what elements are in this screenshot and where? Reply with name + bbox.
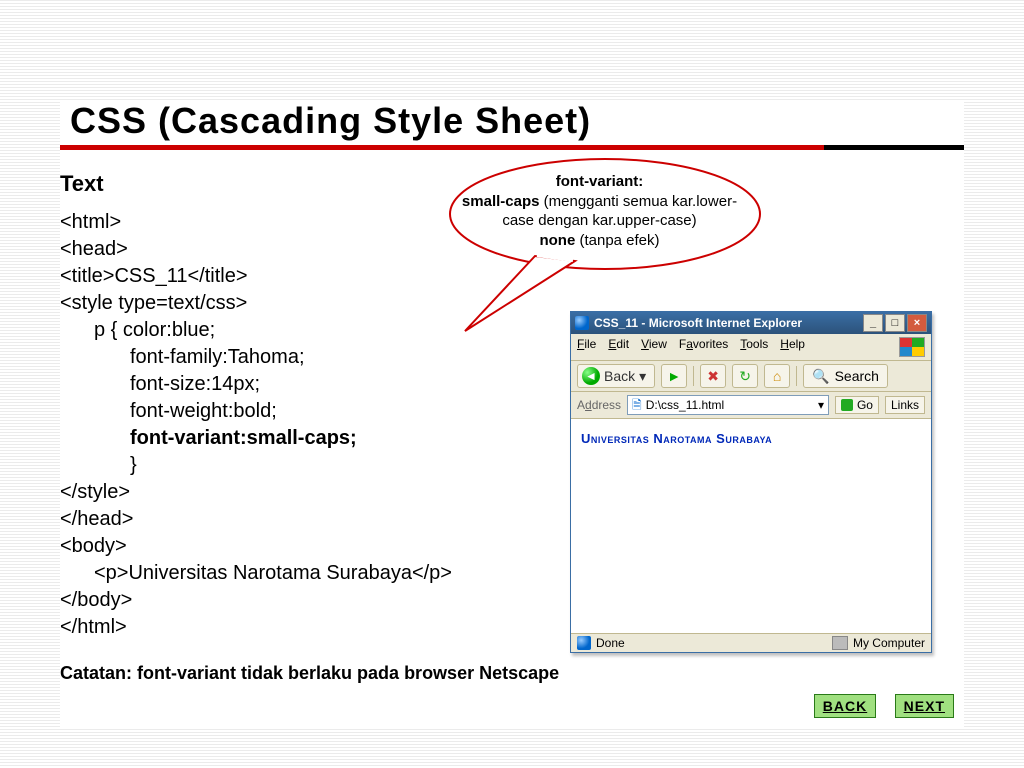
go-button[interactable]: Go — [835, 396, 879, 414]
menu-tools[interactable]: Tools — [740, 337, 768, 357]
code-line-emphasis: font-variant:small-caps; — [60, 425, 357, 452]
code-line: p { color:blue; — [60, 317, 215, 344]
refresh-button[interactable]: ↻ — [732, 364, 758, 388]
menu-view[interactable]: View — [641, 337, 667, 357]
page-title: CSS (Cascading Style Sheet) — [70, 100, 964, 142]
back-nav-button[interactable]: BACK — [814, 694, 876, 718]
code-line: font-family:Tahoma; — [60, 344, 305, 371]
windows-flag-icon — [899, 337, 925, 357]
ie-icon — [577, 636, 591, 650]
code-line: <p>Universitas Narotama Surabaya</p> — [60, 560, 452, 587]
callout-key: font-variant: — [556, 173, 644, 190]
code-line: } — [60, 452, 137, 479]
callout-value: none — [539, 232, 579, 249]
browser-window: CSS_11 - Microsoft Internet Explorer _ □… — [570, 311, 932, 653]
back-label: Back — [604, 368, 635, 384]
footnote: Catatan: font-variant tidak berlaku pada… — [60, 663, 964, 684]
browser-viewport: Universitas Narotama Surabaya — [571, 419, 931, 633]
search-label: Search — [835, 368, 879, 384]
toolbar: ◄ Back ▾ ► ✖ ↻ ⌂ 🔍 Search — [571, 361, 931, 392]
callout-desc: (tanpa efek) — [579, 232, 659, 249]
ie-icon — [575, 316, 589, 330]
search-button[interactable]: 🔍 Search — [803, 364, 888, 388]
address-label: Address — [577, 398, 621, 412]
maximize-button[interactable]: □ — [885, 314, 905, 332]
search-icon: 🔍 — [812, 369, 829, 383]
forward-button[interactable]: ► — [661, 364, 687, 388]
callout-bubble: font-variant: small-caps (mengganti semu… — [415, 156, 765, 276]
back-button[interactable]: ◄ Back ▾ — [577, 364, 655, 388]
page-icon: 🗎 — [632, 399, 642, 411]
stop-button[interactable]: ✖ — [700, 364, 726, 388]
address-value: D:\css_11.html — [646, 398, 724, 412]
home-button[interactable]: ⌂ — [764, 364, 790, 388]
rendered-paragraph: Universitas Narotama Surabaya — [581, 431, 921, 446]
minimize-button[interactable]: _ — [863, 314, 883, 332]
menu-favorites[interactable]: Favorites — [679, 337, 728, 357]
zone-label: My Computer — [853, 636, 925, 650]
links-button[interactable]: Links — [885, 396, 925, 414]
title-rule — [60, 145, 964, 153]
titlebar: CSS_11 - Microsoft Internet Explorer _ □… — [571, 312, 931, 334]
status-text: Done — [596, 636, 625, 650]
status-bar: Done My Computer — [571, 633, 931, 652]
menu-file[interactable]: File — [577, 337, 596, 357]
next-nav-button[interactable]: NEXT — [895, 694, 954, 718]
address-input[interactable]: 🗎 D:\css_11.html ▾ — [627, 395, 829, 415]
callout-value: small-caps — [462, 193, 544, 210]
window-title: CSS_11 - Microsoft Internet Explorer — [594, 316, 802, 330]
menu-bar: File Edit View Favorites Tools Help — [571, 334, 931, 361]
menu-edit[interactable]: Edit — [608, 337, 629, 357]
computer-icon — [832, 636, 848, 650]
menu-help[interactable]: Help — [780, 337, 805, 357]
close-button[interactable]: × — [907, 314, 927, 332]
code-line: font-weight:bold; — [60, 398, 277, 425]
code-line: font-size:14px; — [60, 371, 260, 398]
address-bar: Address 🗎 D:\css_11.html ▾ Go Links — [571, 392, 931, 419]
nav-buttons: BACK NEXT — [800, 694, 954, 718]
